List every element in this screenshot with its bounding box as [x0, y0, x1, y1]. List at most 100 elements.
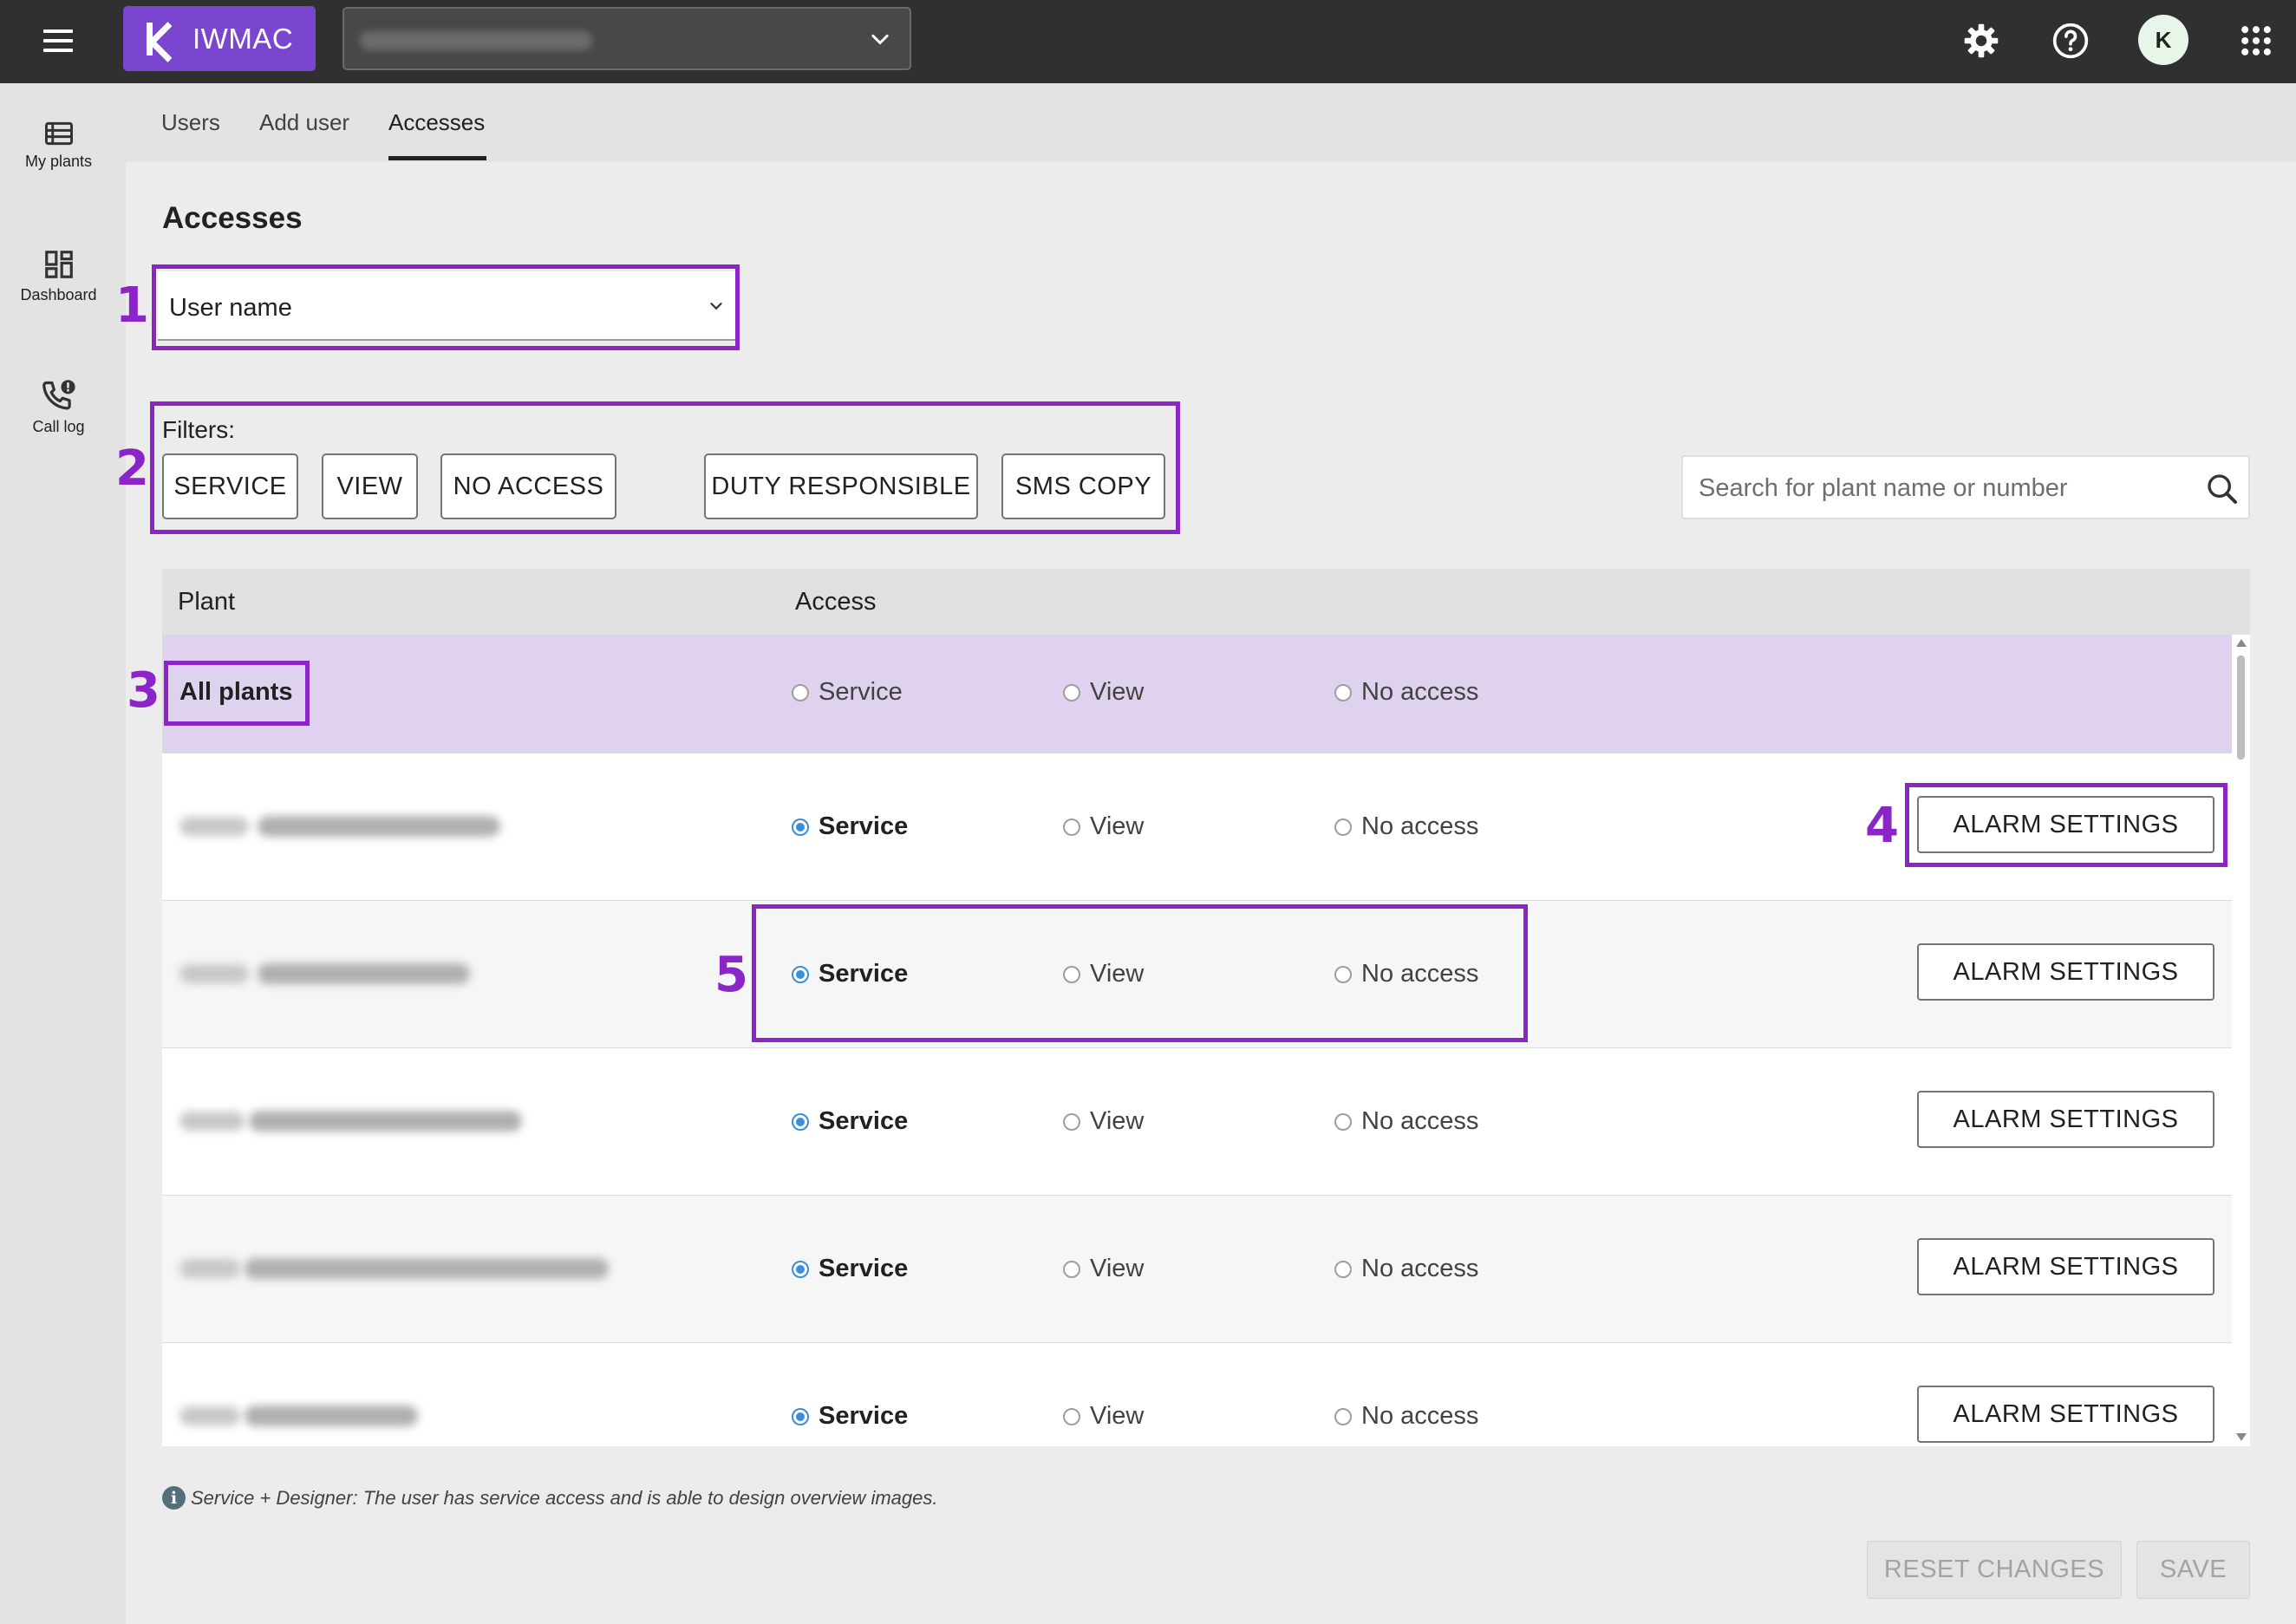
radio-view[interactable]: View: [1063, 678, 1144, 707]
radio-circle: [1334, 965, 1352, 983]
filter-service-button[interactable]: SERVICE: [162, 453, 298, 519]
annotation-number-2: 2: [115, 440, 149, 497]
radio-service[interactable]: Service: [792, 1255, 908, 1283]
user-select-value: User name: [169, 294, 292, 322]
radio-circle: [1334, 1112, 1352, 1131]
nav-item-call-log[interactable]: Call log: [0, 378, 117, 436]
radio-no-access[interactable]: No access: [1334, 1402, 1478, 1431]
radio-no-access[interactable]: No access: [1334, 960, 1478, 988]
user-avatar[interactable]: K: [2138, 15, 2188, 65]
dashboard-icon: [44, 251, 73, 278]
filter-view-button[interactable]: VIEW: [322, 453, 418, 519]
filter-sms-copy-button[interactable]: SMS COPY: [1001, 453, 1165, 519]
radio-view[interactable]: View: [1063, 1107, 1144, 1136]
radio-circle: [792, 1260, 809, 1278]
table-row: Service View No access ALARM SETTINGS: [162, 1196, 2232, 1343]
radio-label: View: [1090, 812, 1145, 840]
designer-info-note: i Service + Designer: The user has servi…: [162, 1486, 937, 1510]
radio-service[interactable]: Service: [792, 960, 908, 988]
radio-no-access[interactable]: No access: [1334, 1255, 1478, 1283]
reset-changes-button[interactable]: RESET CHANGES: [1867, 1541, 2122, 1599]
nav-label: My plants: [24, 153, 93, 170]
annotation-number-1: 1: [115, 277, 149, 334]
radio-circle: [1063, 683, 1080, 701]
table-row: Service View No access ALARM SETTINGS: [162, 753, 2232, 901]
scroll-down-arrow-icon[interactable]: [2236, 1433, 2247, 1441]
nav-label: Dashboard: [20, 286, 97, 303]
radio-service[interactable]: Service: [792, 812, 908, 841]
radio-view[interactable]: View: [1063, 1255, 1144, 1283]
brand-logo[interactable]: IWMAC: [123, 6, 316, 71]
search-icon[interactable]: [2205, 472, 2240, 506]
hamburger-menu-icon[interactable]: [43, 29, 73, 54]
alarm-settings-button[interactable]: ALARM SETTINGS: [1917, 1238, 2214, 1295]
tab-accesses[interactable]: Accesses: [388, 109, 485, 136]
radio-view[interactable]: View: [1063, 960, 1144, 988]
radio-label: View: [1090, 1402, 1145, 1430]
radio-circle: [1334, 1407, 1352, 1425]
annotation-number-5: 5: [714, 947, 748, 1003]
apps-grid-icon[interactable]: [2237, 22, 2275, 60]
nav-item-my-plants[interactable]: My plants: [0, 120, 117, 171]
plant-search-input[interactable]: [1699, 469, 2184, 507]
user-select-dropdown[interactable]: User name: [158, 271, 736, 341]
filter-duty-responsible-button[interactable]: DUTY RESPONSIBLE: [704, 453, 978, 519]
plant-name-redacted: [258, 816, 500, 837]
alarm-settings-button[interactable]: ALARM SETTINGS: [1917, 943, 2214, 1001]
top-app-bar: IWMAC K: [0, 0, 2296, 83]
radio-no-access[interactable]: No access: [1334, 678, 1478, 707]
table-row: Service View No access ALARM SETTINGS: [162, 1048, 2232, 1196]
alarm-settings-button[interactable]: ALARM SETTINGS: [1917, 1386, 2214, 1443]
gear-icon[interactable]: [1962, 22, 2000, 60]
tab-add-user[interactable]: Add user: [259, 109, 349, 136]
plant-name-redacted: [249, 1111, 522, 1132]
radio-no-access[interactable]: No access: [1334, 812, 1478, 841]
radio-circle: [792, 818, 809, 836]
table-scrollbar[interactable]: [2232, 635, 2250, 1446]
save-button[interactable]: SAVE: [2136, 1541, 2250, 1599]
radio-label: View: [1090, 678, 1145, 706]
radio-label: Service: [819, 1402, 909, 1430]
plant-search-box: [1681, 455, 2250, 519]
radio-service[interactable]: Service: [792, 1107, 908, 1136]
radio-service[interactable]: Service: [792, 678, 903, 707]
side-navigation: My plants Dashboard Call log: [0, 83, 126, 1624]
nav-item-dashboard[interactable]: Dashboard: [0, 248, 117, 304]
help-circle-icon[interactable]: [2051, 22, 2090, 60]
radio-label: View: [1090, 1255, 1145, 1282]
access-table-body: All plants Service View No access Servic…: [162, 635, 2232, 1446]
note-text: Service + Designer: The user has service…: [191, 1486, 938, 1509]
radio-circle: [1334, 1260, 1352, 1278]
alarm-settings-button[interactable]: ALARM SETTINGS: [1917, 796, 2214, 853]
radio-service[interactable]: Service: [792, 1402, 908, 1431]
list-icon: [44, 121, 73, 146]
table-row: Service View No access ALARM SETTINGS: [162, 1343, 2232, 1446]
column-header-plant: Plant: [178, 588, 236, 616]
page-title: Accesses: [162, 201, 303, 235]
radio-no-access[interactable]: No access: [1334, 1107, 1478, 1136]
filters-label: Filters:: [162, 416, 235, 443]
plant-number-redacted: [179, 817, 249, 836]
radio-label: No access: [1361, 1107, 1479, 1135]
table-row: Service View No access ALARM SETTINGS: [162, 901, 2232, 1048]
alarm-settings-button[interactable]: ALARM SETTINGS: [1917, 1091, 2214, 1148]
radio-view[interactable]: View: [1063, 1402, 1144, 1431]
scroll-thumb[interactable]: [2237, 655, 2245, 760]
info-icon: i: [162, 1486, 186, 1510]
radio-label: View: [1090, 1107, 1145, 1135]
radio-label: Service: [819, 960, 909, 988]
radio-circle: [792, 1407, 809, 1425]
radio-circle: [1063, 1260, 1080, 1278]
radio-circle: [1334, 683, 1352, 701]
radio-label: Service: [819, 1107, 909, 1135]
plant-number-redacted: [179, 1112, 245, 1131]
scroll-up-arrow-icon[interactable]: [2236, 639, 2247, 647]
organization-dropdown[interactable]: [342, 7, 911, 70]
radio-view[interactable]: View: [1063, 812, 1144, 841]
nav-label: Call log: [32, 418, 85, 435]
filter-no-access-button[interactable]: NO ACCESS: [440, 453, 616, 519]
chevron-down-icon: [710, 303, 722, 310]
radio-label: No access: [1361, 960, 1479, 988]
tab-users[interactable]: Users: [161, 109, 220, 136]
table-row-all-plants: All plants Service View No access: [162, 635, 2232, 753]
